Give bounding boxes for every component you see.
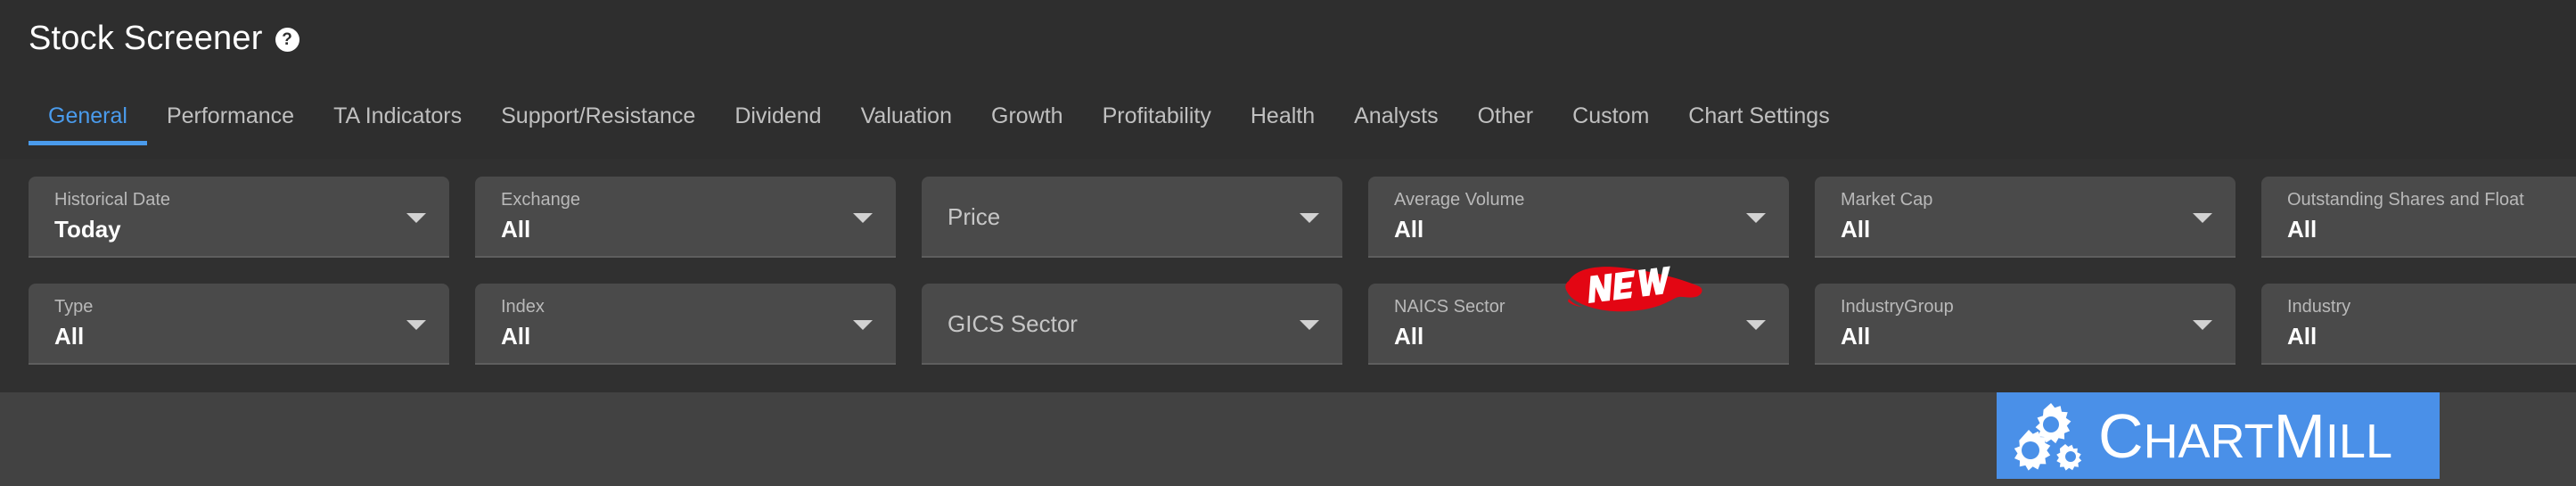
filter-value: All [1394, 216, 1424, 243]
filter-label: IndustryGroup [1841, 297, 1954, 317]
filter-label: Index [501, 297, 545, 317]
chevron-down-icon[interactable] [406, 320, 426, 330]
screener-tab-bar: General Performance TA Indicators Suppor… [0, 93, 2576, 159]
filter-value: Today [54, 216, 121, 243]
page-title: Stock Screener [29, 20, 263, 57]
filter-label: Exchange [501, 190, 580, 210]
chevron-down-icon[interactable] [853, 320, 873, 330]
filter-value: All [501, 323, 531, 350]
filter-price[interactable]: Price [922, 177, 1342, 258]
filter-value: All [2287, 323, 2318, 350]
filter-industry[interactable]: Industry All [2261, 284, 2576, 365]
tab-general[interactable]: General [29, 93, 147, 145]
filter-label: Price [948, 202, 1001, 230]
tab-profitability[interactable]: Profitability [1083, 93, 1231, 145]
chevron-down-icon[interactable] [1300, 213, 1319, 223]
filter-average-volume[interactable]: Average Volume All [1368, 177, 1789, 258]
filter-label: Average Volume [1394, 190, 1525, 210]
filter-historical-date[interactable]: Historical Date Today [29, 177, 449, 258]
tab-valuation[interactable]: Valuation [841, 93, 972, 145]
tab-dividend[interactable]: Dividend [715, 93, 841, 145]
filter-row-2: Type All Index All GICS Sector NAICS Sec… [29, 284, 2576, 365]
filter-value: All [1841, 216, 1871, 243]
filter-label: Type [54, 297, 94, 317]
filter-label: NAICS Sector [1394, 297, 1505, 317]
logo-letters-hart: HART [2143, 414, 2274, 468]
filter-gics-sector[interactable]: GICS Sector [922, 284, 1342, 365]
stock-screener-page: Stock Screener ? General Performance TA … [0, 0, 2576, 486]
filter-label: Outstanding Shares and Float [2287, 190, 2524, 210]
filter-label: Historical Date [54, 190, 171, 210]
tab-performance[interactable]: Performance [147, 93, 314, 145]
tab-health[interactable]: Health [1231, 93, 1334, 145]
tab-ta-indicators[interactable]: TA Indicators [314, 93, 481, 145]
chevron-down-icon[interactable] [406, 213, 426, 223]
filter-value: All [1394, 323, 1424, 350]
chartmill-logo-text: C HART M ILL [2098, 405, 2392, 467]
filter-value: All [54, 323, 85, 350]
page-header: Stock Screener ? [0, 0, 2576, 93]
filter-outstanding-shares-and-float[interactable]: Outstanding Shares and Float All [2261, 177, 2576, 258]
filter-label: Market Cap [1841, 190, 1933, 210]
filter-label: Industry [2287, 297, 2351, 317]
page-title-row: Stock Screener ? [29, 21, 299, 55]
tab-custom[interactable]: Custom [1553, 93, 1669, 145]
chevron-down-icon[interactable] [853, 213, 873, 223]
filter-type[interactable]: Type All [29, 284, 449, 365]
filter-value: All [1841, 323, 1871, 350]
chartmill-logo[interactable]: C HART M ILL [1997, 392, 2440, 479]
filter-row-1: Historical Date Today Exchange All Price… [29, 177, 2576, 258]
chevron-down-icon[interactable] [1746, 320, 1766, 330]
logo-letters-ill: ILL [2325, 414, 2392, 468]
chevron-down-icon[interactable] [1300, 320, 1319, 330]
tab-chart-settings[interactable]: Chart Settings [1669, 93, 1849, 145]
tab-growth[interactable]: Growth [972, 93, 1083, 145]
tab-support-resistance[interactable]: Support/Resistance [481, 93, 715, 145]
help-icon[interactable]: ? [275, 28, 299, 52]
filter-panel: Historical Date Today Exchange All Price… [0, 159, 2576, 392]
gears-icon [2014, 402, 2082, 471]
logo-letter-m: M [2273, 400, 2326, 471]
filter-index[interactable]: Index All [475, 284, 896, 365]
filter-label: GICS Sector [948, 309, 1078, 337]
filter-value: All [2287, 216, 2318, 243]
filter-exchange[interactable]: Exchange All [475, 177, 896, 258]
filter-value: All [501, 216, 531, 243]
chevron-down-icon[interactable] [1746, 213, 1766, 223]
tab-analysts[interactable]: Analysts [1334, 93, 1457, 145]
tab-other[interactable]: Other [1458, 93, 1554, 145]
filter-market-cap[interactable]: Market Cap All [1815, 177, 2236, 258]
chevron-down-icon[interactable] [2193, 213, 2212, 223]
chevron-down-icon[interactable] [2193, 320, 2212, 330]
filter-industry-group[interactable]: IndustryGroup All [1815, 284, 2236, 365]
logo-letter-c: C [2098, 400, 2144, 471]
filter-naics-sector[interactable]: NAICS Sector All [1368, 284, 1789, 365]
